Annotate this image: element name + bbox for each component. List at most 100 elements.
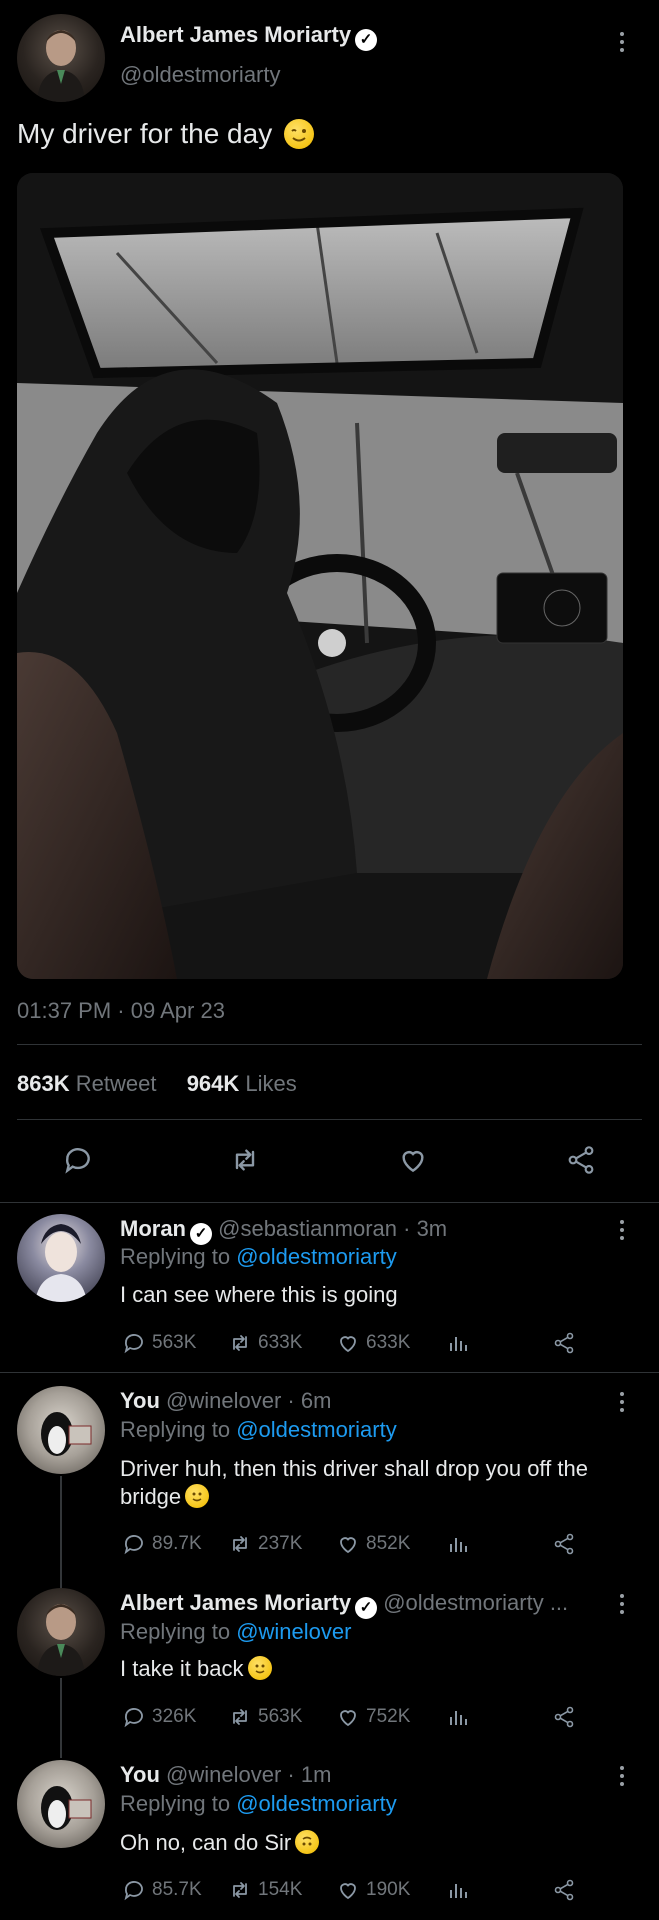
like-button[interactable]: 633K <box>336 1331 410 1355</box>
avatar-portrait <box>41 1412 92 1456</box>
reply-author-handle[interactable]: @winelover <box>166 1762 281 1787</box>
reply-time: 6m <box>300 1388 332 1413</box>
analytics-button[interactable] <box>446 1532 470 1556</box>
reply-author-name[interactable]: You <box>120 1762 160 1787</box>
analytics-button[interactable] <box>446 1331 470 1355</box>
reply-time: 3m <box>416 1216 448 1241</box>
reply-author-handle[interactable]: @winelover <box>166 1388 281 1413</box>
share-button[interactable] <box>552 1705 576 1729</box>
likes-count[interactable]: 964K <box>187 1071 240 1096</box>
share-button[interactable] <box>564 1144 598 1181</box>
reply-button[interactable]: 85.7K <box>122 1878 202 1902</box>
replying-label: Replying to <box>120 1791 231 1816</box>
heart-icon <box>340 1336 356 1353</box>
more-options-icon[interactable] <box>619 1390 625 1414</box>
replying-to-link[interactable]: @oldestmoriarty <box>236 1244 397 1269</box>
divider <box>0 1202 659 1203</box>
more-options-icon[interactable] <box>619 30 625 54</box>
winking-face-icon <box>283 119 314 149</box>
replying-label: Replying to <box>120 1619 231 1644</box>
analytics-icon <box>450 1337 467 1351</box>
share-icon <box>554 1706 574 1728</box>
retweet-button[interactable]: 154K <box>228 1878 302 1902</box>
heart-icon <box>402 1151 424 1173</box>
like-button[interactable] <box>396 1144 430 1181</box>
retweet-count[interactable]: 863K <box>17 1071 70 1096</box>
reply-avatar[interactable] <box>17 1386 105 1474</box>
like-count: 752K <box>366 1706 411 1727</box>
slightly-smiling-face-icon <box>247 1656 272 1680</box>
like-button[interactable]: 752K <box>336 1705 410 1729</box>
heart-icon <box>340 1537 356 1554</box>
reply-button[interactable]: 89.7K <box>122 1532 202 1556</box>
tweet-date: 09 Apr 23 <box>130 998 225 1023</box>
tweet-time: 01:37 PM <box>17 998 112 1023</box>
reply-icon <box>65 1148 90 1174</box>
reply-author-name[interactable]: Moran <box>120 1216 186 1241</box>
divider <box>0 1372 659 1373</box>
analytics-icon <box>450 1711 467 1725</box>
share-button[interactable] <box>552 1532 576 1556</box>
thread-connector <box>60 1678 62 1758</box>
analytics-button[interactable] <box>446 1705 470 1729</box>
reply-icon <box>124 1535 143 1555</box>
upside-down-face-icon <box>295 1830 320 1854</box>
retweet-button[interactable]: 563K <box>228 1705 302 1729</box>
retweet-count: 154K <box>258 1879 303 1900</box>
like-button[interactable]: 852K <box>336 1532 410 1556</box>
verified-badge-icon: ✓ <box>355 1597 378 1619</box>
retweet-button[interactable] <box>228 1144 262 1181</box>
reply-button[interactable]: 563K <box>122 1331 196 1355</box>
retweet-button[interactable]: 633K <box>228 1331 302 1355</box>
divider <box>17 1119 642 1120</box>
reply-button[interactable] <box>62 1144 94 1181</box>
replying-to-link[interactable]: @oldestmoriarty <box>236 1417 397 1442</box>
divider <box>17 1044 642 1045</box>
verified-badge-icon: ✓ <box>355 29 378 51</box>
car-interior-image <box>17 173 623 979</box>
reply-count: 563K <box>152 1332 197 1353</box>
avatar-portrait <box>37 30 85 102</box>
more-options-icon[interactable] <box>619 1764 625 1788</box>
reply-author-name[interactable]: You <box>120 1388 160 1413</box>
share-button[interactable] <box>552 1331 576 1355</box>
replying-label: Replying to <box>120 1244 231 1269</box>
like-count: 633K <box>366 1332 411 1353</box>
reply-avatar[interactable] <box>17 1214 105 1302</box>
reply-icon <box>124 1708 143 1728</box>
replying-to-link[interactable]: @winelover <box>236 1619 351 1644</box>
analytics-button[interactable] <box>446 1878 470 1902</box>
reply-author-handle[interactable]: @oldestmoriarty ... <box>383 1590 568 1615</box>
share-button[interactable] <box>552 1878 576 1902</box>
avatar-portrait <box>37 1604 85 1676</box>
reply-author-name[interactable]: Albert James Moriarty <box>120 1590 351 1615</box>
retweet-icon <box>233 1536 247 1552</box>
reply-text: I can see where this is going <box>120 1282 398 1307</box>
reply-author-handle[interactable]: @sebastianmoran <box>218 1216 397 1241</box>
more-options-icon[interactable] <box>619 1592 625 1616</box>
replying-label: Replying to <box>120 1417 231 1442</box>
likes-label[interactable]: Likes <box>245 1071 296 1096</box>
retweet-icon <box>233 1335 247 1351</box>
like-button[interactable]: 190K <box>336 1878 410 1902</box>
author-name[interactable]: Albert James Moriarty <box>120 22 351 47</box>
like-count: 190K <box>366 1879 411 1900</box>
reply-avatar[interactable] <box>17 1588 105 1676</box>
reply-count: 85.7K <box>152 1879 202 1900</box>
share-icon <box>554 1879 574 1901</box>
author-handle[interactable]: @oldestmoriarty <box>120 62 281 88</box>
retweet-icon <box>233 1709 247 1725</box>
retweet-count: 563K <box>258 1706 303 1727</box>
retweet-icon <box>233 1882 247 1898</box>
retweet-label[interactable]: Retweet <box>76 1071 157 1096</box>
retweet-button[interactable]: 237K <box>228 1532 302 1556</box>
reply-avatar[interactable] <box>17 1760 105 1848</box>
tweet-photo[interactable] <box>17 173 623 979</box>
author-avatar[interactable] <box>17 14 105 102</box>
reply-text-line2: bridge <box>120 1484 182 1509</box>
replying-to-link[interactable]: @oldestmoriarty <box>236 1791 397 1816</box>
more-options-icon[interactable] <box>619 1218 625 1242</box>
reply-button[interactable]: 326K <box>122 1705 196 1729</box>
reply-icon <box>124 1881 143 1901</box>
analytics-icon <box>450 1538 467 1552</box>
